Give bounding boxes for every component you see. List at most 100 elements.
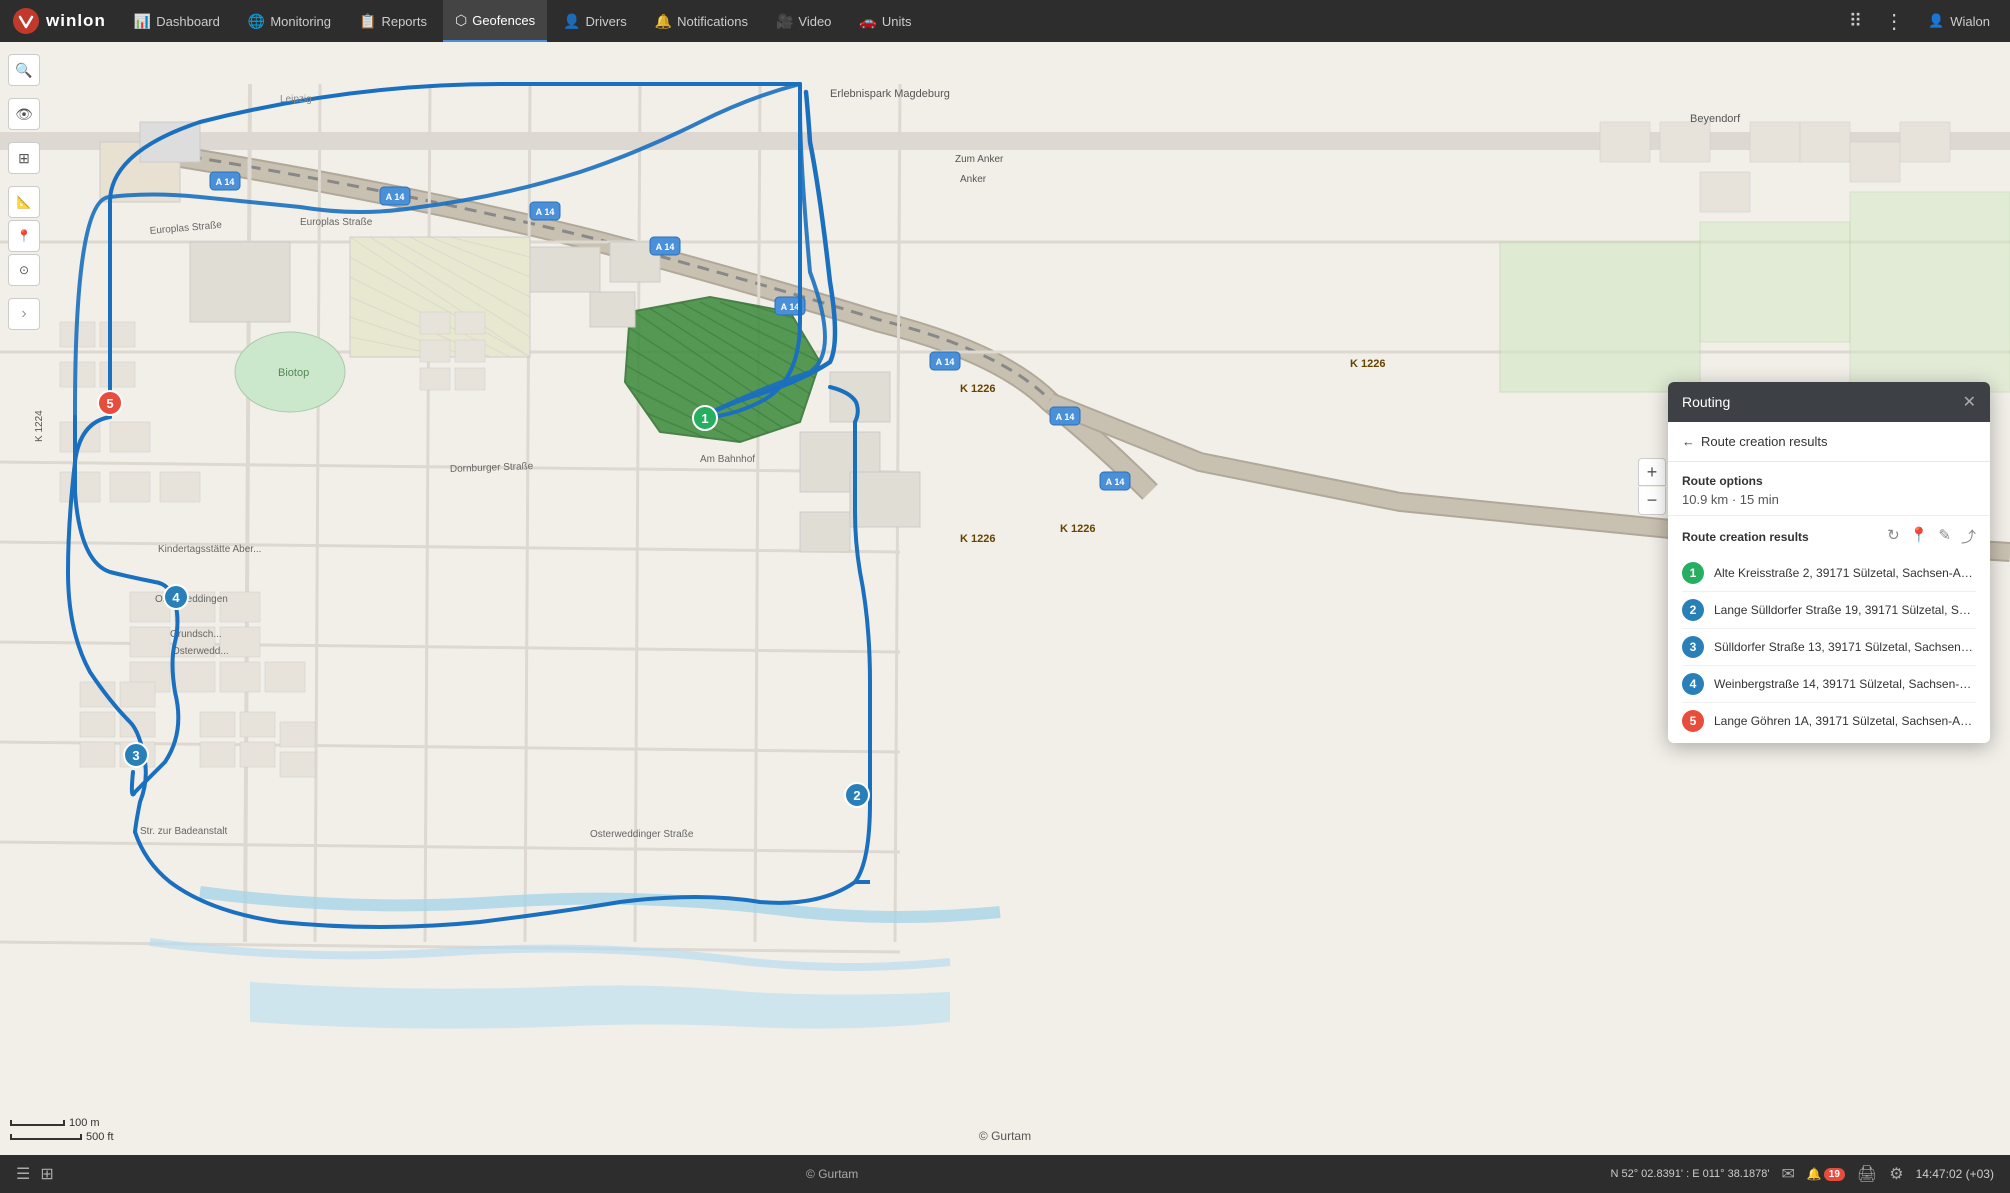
stop-badge-3: 3 [1682, 636, 1704, 658]
share-icon[interactable]: ⤴ [1961, 526, 1976, 547]
nav-monitoring[interactable]: 🌐 Monitoring [236, 0, 343, 42]
svg-text:A 14: A 14 [536, 207, 555, 217]
map-container[interactable]: Biotop [0, 42, 2010, 1193]
svg-text:A 14: A 14 [386, 192, 405, 202]
time-display: 14:47:02 (+03) [1916, 1167, 1994, 1181]
stop-badge-1: 1 [1682, 562, 1704, 584]
bottom-left: ☰ ⊞ [16, 1164, 54, 1184]
printer-icon[interactable]: 🖨 [1857, 1164, 1877, 1184]
route-stop-2[interactable]: 2 Lange Sülldorfer Straße 19, 39171 Sülz… [1682, 592, 1976, 629]
bottom-right: N 52° 02.8391' : E 011° 38.1878' ✉ 🔔 19 … [1610, 1164, 1994, 1184]
refresh-icon[interactable]: ↻ [1887, 526, 1900, 547]
svg-text:Leipzig: Leipzig [280, 94, 312, 105]
route-results-title: Route creation results [1682, 530, 1809, 544]
bottom-list-icon[interactable]: ☰ [16, 1164, 30, 1184]
nav-right: ⠿ ⋮ 👤 Wialon [1843, 9, 1998, 34]
arrow-button[interactable]: › [8, 298, 40, 330]
map-marker-5[interactable]: 5 [97, 390, 123, 416]
settings-icon[interactable]: ⚙ [1889, 1164, 1903, 1184]
map-marker-3[interactable]: 3 [123, 742, 149, 768]
route-options-section: Route options 10.9 km · 15 min [1668, 462, 1990, 516]
routing-close-button[interactable]: ✕ [1963, 392, 1976, 412]
svg-text:Beyendorf: Beyendorf [1690, 113, 1741, 125]
drivers-icon: 👤 [563, 13, 580, 30]
units-icon: 🚗 [859, 13, 876, 30]
zoom-controls: + − [1638, 458, 1666, 515]
bottom-center: © Gurtam [806, 1167, 858, 1181]
map-marker-1[interactable]: 1 [692, 405, 718, 431]
routing-panel: Routing ✕ ← Route creation results Route… [1668, 382, 1990, 743]
svg-text:K 1224: K 1224 [34, 410, 45, 442]
coordinates-display: N 52° 02.8391' : E 011° 38.1878' [1610, 1168, 1769, 1180]
svg-text:A 14: A 14 [656, 242, 675, 252]
stop-badge-2: 2 [1682, 599, 1704, 621]
layers-button[interactable]: ⊞ [8, 142, 40, 174]
envelope-icon[interactable]: ✉ [1781, 1164, 1794, 1184]
stop-text-4: Weinbergstraße 14, 39171 Sülzetal, Sachs… [1714, 677, 1976, 691]
zoom-out-button[interactable]: − [1638, 487, 1666, 515]
eye-button[interactable]: 👁 [8, 98, 40, 130]
group-button[interactable]: ⊙ [8, 254, 40, 286]
measure-button[interactable]: 📐 [8, 186, 40, 218]
bell-icon: 🔔 [1807, 1167, 1822, 1181]
app-logo[interactable]: winlon [12, 7, 106, 35]
stop-text-2: Lange Sülldorfer Straße 19, 39171 Sülzet… [1714, 603, 1976, 617]
route-stop-1[interactable]: 1 Alte Kreisstraße 2, 39171 Sülzetal, Sa… [1682, 555, 1976, 592]
route-results-section: Route creation results ↻ 📍 ✎ ⤴ 1 Alte Kr… [1668, 516, 1990, 743]
dashboard-icon: 📊 [134, 13, 151, 30]
svg-text:A 14: A 14 [781, 302, 800, 312]
routing-back-button[interactable]: ← Route creation results [1668, 422, 1990, 462]
monitoring-icon: 🌐 [248, 13, 265, 30]
svg-text:Anker: Anker [960, 174, 987, 185]
user-menu[interactable]: 👤 Wialon [1920, 13, 1998, 29]
bottom-grid-icon[interactable]: ⊞ [40, 1164, 53, 1184]
logo-text: winlon [46, 11, 106, 31]
svg-text:Biotop: Biotop [278, 367, 309, 379]
routing-back-label: Route creation results [1701, 434, 1827, 449]
notification-badge[interactable]: 🔔 19 [1807, 1167, 1845, 1181]
svg-text:K 1226: K 1226 [1350, 358, 1385, 370]
route-stop-5[interactable]: 5 Lange Göhren 1A, 39171 Sülzetal, Sachs… [1682, 703, 1976, 739]
route-options-value: 10.9 km · 15 min [1682, 492, 1976, 507]
nav-drivers[interactable]: 👤 Drivers [551, 0, 639, 42]
svg-text:K 1226: K 1226 [960, 533, 995, 545]
svg-text:K 1226: K 1226 [1060, 523, 1095, 535]
more-options-icon[interactable]: ⋮ [1876, 9, 1912, 34]
top-navigation: winlon 📊 Dashboard 🌐 Monitoring 📋 Report… [0, 0, 2010, 42]
svg-text:Europlas Straße: Europlas Straße [300, 217, 373, 228]
nav-video[interactable]: 🎥 Video [764, 0, 843, 42]
route-results-actions: ↻ 📍 ✎ ⤴ [1887, 526, 1976, 547]
stop-text-5: Lange Göhren 1A, 39171 Sülzetal, Sachsen… [1714, 714, 1976, 728]
edit-icon[interactable]: ✎ [1938, 526, 1951, 547]
nav-geofences[interactable]: ⬡ Geofences [443, 0, 547, 42]
route-results-header: Route creation results ↻ 📍 ✎ ⤴ [1682, 526, 1976, 547]
svg-text:A 14: A 14 [936, 357, 955, 367]
nav-notifications[interactable]: 🔔 Notifications [643, 0, 760, 42]
pin-icon[interactable]: 📍 [1910, 526, 1929, 547]
search-button[interactable]: 🔍 [8, 54, 40, 86]
pin-button[interactable]: 📍 [8, 220, 40, 252]
geofences-icon: ⬡ [455, 12, 467, 29]
grid-icon[interactable]: ⠿ [1843, 11, 1868, 32]
scale-bar: 100 m 500 ft [10, 1117, 114, 1143]
stop-text-1: Alte Kreisstraße 2, 39171 Sülzetal, Sach… [1714, 566, 1976, 580]
gurtam-credit: © Gurtam [979, 1129, 1031, 1143]
stop-badge-4: 4 [1682, 673, 1704, 695]
svg-text:Osterwedd...: Osterwedd... [172, 646, 229, 657]
map-marker-4[interactable]: 4 [163, 584, 189, 610]
gurtam-bottom-credit: © Gurtam [806, 1167, 858, 1181]
nav-dashboard[interactable]: 📊 Dashboard [122, 0, 232, 42]
zoom-in-button[interactable]: + [1638, 458, 1666, 486]
svg-text:Str. zur Badeanstalt: Str. zur Badeanstalt [140, 826, 227, 837]
route-stop-4[interactable]: 4 Weinbergstraße 14, 39171 Sülzetal, Sac… [1682, 666, 1976, 703]
user-name: Wialon [1950, 14, 1990, 29]
stop-text-3: Sülldorfer Straße 13, 39171 Sülzetal, Sa… [1714, 640, 1976, 654]
map-marker-2[interactable]: 2 [844, 782, 870, 808]
route-stop-3[interactable]: 3 Sülldorfer Straße 13, 39171 Sülzetal, … [1682, 629, 1976, 666]
nav-units[interactable]: 🚗 Units [847, 0, 923, 42]
video-icon: 🎥 [776, 13, 793, 30]
svg-text:K 1226: K 1226 [960, 383, 995, 395]
svg-text:A 14: A 14 [1106, 477, 1125, 487]
nav-reports[interactable]: 📋 Reports [347, 0, 439, 42]
svg-text:A 14: A 14 [216, 177, 235, 187]
